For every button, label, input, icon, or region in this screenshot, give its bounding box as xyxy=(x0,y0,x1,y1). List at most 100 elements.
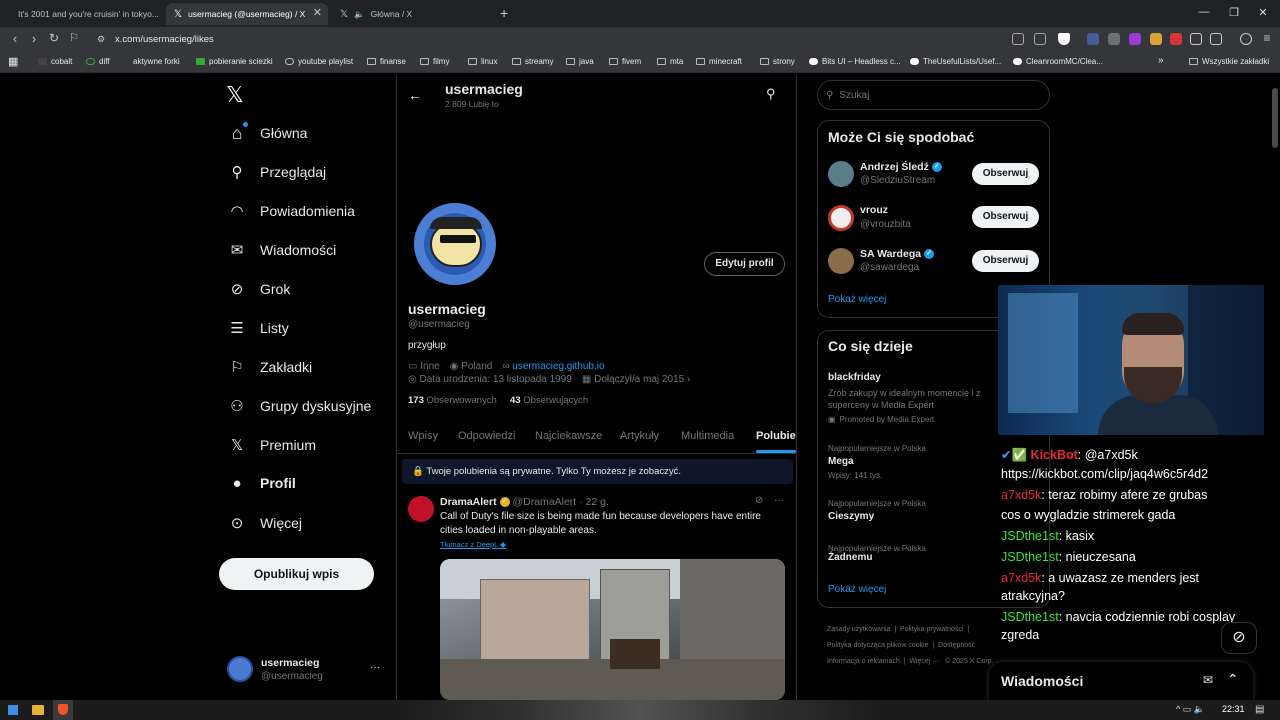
follow-button[interactable]: Obserwuj xyxy=(972,206,1039,228)
notifications-icon[interactable]: ▤ xyxy=(1255,704,1264,715)
bookmark-folder[interactable]: finanse xyxy=(367,57,406,66)
edit-profile-button[interactable]: Edytuj profil xyxy=(704,252,785,276)
new-message-icon[interactable]: ✉ xyxy=(1203,673,1213,687)
footer-link[interactable]: Polityka prywatności xyxy=(900,626,963,633)
nav-item-grok[interactable]: ⊘ Grok xyxy=(228,280,291,298)
trend-name[interactable]: Cieszymy xyxy=(828,511,874,522)
x-logo-icon[interactable]: 𝕏 xyxy=(226,82,244,108)
grok-floating-button[interactable]: ⊘ xyxy=(1221,622,1257,654)
nav-item-bookmarks[interactable]: ⚐ Zakładki xyxy=(228,358,312,376)
footer-link[interactable]: Dostępność xyxy=(938,642,975,649)
tray-icons[interactable]: ^ ▭ 🔈 xyxy=(1176,704,1205,715)
avatar[interactable] xyxy=(227,656,253,682)
page-scrollbar[interactable] xyxy=(1272,88,1278,148)
file-explorer-icon[interactable] xyxy=(32,705,44,715)
menu-icon[interactable]: ≡ xyxy=(1258,31,1276,45)
search-icon[interactable]: ⚲ xyxy=(766,86,776,102)
follow-button[interactable]: Obserwuj xyxy=(972,250,1039,272)
footer-link[interactable]: Zasady użytkowania xyxy=(827,626,890,633)
bookmark-folder[interactable]: fivem xyxy=(609,57,641,66)
link-item[interactable]: ∞ usermacieg.github.io xyxy=(502,361,604,372)
following-stat[interactable]: 173 Obserwowanych xyxy=(408,395,497,406)
bookmark-folder[interactable]: mta xyxy=(657,57,683,66)
bookmark-item[interactable]: cobalt xyxy=(38,57,72,66)
footer-link[interactable]: Polityka dotycząca plików cookie xyxy=(827,642,929,649)
close-tab-icon[interactable]: ✕ xyxy=(313,6,322,19)
back-icon[interactable]: ‹ xyxy=(6,31,24,46)
minimize-icon[interactable]: — xyxy=(1194,6,1214,18)
avatar[interactable] xyxy=(828,205,854,231)
clock[interactable]: 22:31 xyxy=(1222,704,1245,714)
extensions-puzzle-icon[interactable] xyxy=(1190,33,1202,45)
tab-likes[interactable]: Polubienia xyxy=(756,430,796,442)
extension-icon[interactable] xyxy=(1170,33,1182,45)
trend-name[interactable]: blackfriday xyxy=(828,372,881,383)
tweet-more-icon[interactable]: ··· xyxy=(774,495,784,506)
avatar[interactable] xyxy=(828,161,854,187)
bookmark-folder[interactable]: filmy xyxy=(420,57,449,66)
sidebar-icon[interactable] xyxy=(1210,33,1222,45)
bookmark-folder[interactable]: linux xyxy=(468,57,497,66)
reload-icon[interactable]: ↻ xyxy=(45,31,63,45)
nav-item-lists[interactable]: ☰ Listy xyxy=(228,319,289,337)
bookmark-folder[interactable]: streamy xyxy=(512,57,553,66)
media-icon[interactable] xyxy=(1240,33,1252,45)
joined-item[interactable]: ▦ Dołączył/a maj 2015 › xyxy=(582,374,690,385)
cast-icon[interactable] xyxy=(1012,33,1024,45)
bookmark-folder[interactable]: minecraft xyxy=(696,57,742,66)
restore-icon[interactable]: ❐ xyxy=(1224,6,1244,19)
windows-start-icon[interactable] xyxy=(8,705,18,715)
profile-link[interactable]: usermacieg.github.io xyxy=(512,361,604,372)
follow-button[interactable]: Obserwuj xyxy=(972,163,1039,185)
nav-item-profile[interactable]: ● Profil xyxy=(228,474,295,492)
share-icon[interactable] xyxy=(1034,33,1046,45)
bookmark-item[interactable]: youtube playlist xyxy=(285,57,353,66)
tab-media[interactable]: Multimedia xyxy=(681,430,734,442)
trend-name[interactable]: Żadnemu xyxy=(828,552,872,563)
extension-icon[interactable] xyxy=(1129,33,1141,45)
show-more-link[interactable]: Pokaż więcej xyxy=(828,294,886,305)
tweet-image[interactable] xyxy=(440,559,785,700)
tweet-avatar[interactable] xyxy=(408,496,434,522)
bookmark-item[interactable]: CleanroomMC/Clea... xyxy=(1013,57,1103,66)
nav-item-premium[interactable]: 𝕏 Premium xyxy=(228,436,316,454)
browser-tab-profile[interactable]: 𝕏 usermacieg (@usermacieg) / X ✕ xyxy=(166,3,328,25)
nav-item-home[interactable]: ⌂ Główna xyxy=(228,122,307,143)
messages-drawer[interactable]: Wiadomości ✉ ⌃ xyxy=(989,662,1253,700)
new-tab-icon[interactable]: + xyxy=(500,5,508,21)
tweet-handle[interactable]: @DramaAlert xyxy=(512,496,576,508)
tab-posts[interactable]: Wpisy xyxy=(408,430,438,442)
tab-articles[interactable]: Artykuły xyxy=(620,430,659,442)
extension-icon[interactable] xyxy=(1108,33,1120,45)
extension-icon[interactable] xyxy=(1150,33,1162,45)
back-arrow-icon[interactable]: ← xyxy=(408,87,422,103)
profile-avatar[interactable] xyxy=(410,199,500,289)
taskbar-brave[interactable] xyxy=(53,700,73,720)
nav-item-messages[interactable]: ✉ Wiadomości xyxy=(228,241,337,259)
apps-grid-icon[interactable]: ▦ xyxy=(8,55,18,68)
browser-tab-home[interactable]: 𝕏 🔈 Główna / X xyxy=(332,3,492,25)
search-box[interactable]: ⚲ Szukaj xyxy=(817,80,1050,110)
extension-icon[interactable] xyxy=(1087,33,1099,45)
bookmark-page-icon[interactable]: ⚐ xyxy=(65,31,83,44)
bookmark-item[interactable]: aktywne forki xyxy=(125,57,180,66)
bookmark-item[interactable]: TheUsefulLists/Usef... xyxy=(910,57,1001,66)
nav-item-communities[interactable]: ⚇ Grupy dyskusyjne xyxy=(228,397,371,415)
suggestion-name[interactable]: SA Wardega ✓ xyxy=(860,248,934,260)
all-bookmarks[interactable]: Wszystkie zakładki xyxy=(1189,57,1269,66)
bookmark-item[interactable]: diff xyxy=(86,57,110,66)
grok-icon[interactable]: ⊘ xyxy=(755,495,763,506)
suggestion-handle[interactable]: @sawardega xyxy=(860,262,919,273)
search-input[interactable]: Szukaj xyxy=(839,90,869,101)
suggestion-handle[interactable]: @vrouzbita xyxy=(860,219,911,230)
bookmark-folder[interactable]: java xyxy=(566,57,594,66)
bookmark-item[interactable]: pobieranie sciezki xyxy=(196,57,273,66)
bookmark-folder[interactable]: strony xyxy=(760,57,795,66)
tweet-time[interactable]: · 22 g. xyxy=(579,496,609,508)
footer-link[interactable]: Więcej ··· xyxy=(909,658,939,665)
nav-item-notifications[interactable]: ◠ Powiadomienia xyxy=(228,202,355,220)
translate-link[interactable]: Tłumacz z DeepL ◆ xyxy=(440,540,506,549)
tweet-author[interactable]: DramaAlert xyxy=(440,496,497,508)
forward-icon[interactable]: › xyxy=(25,31,43,46)
tab-replies[interactable]: Odpowiedzi xyxy=(458,430,515,442)
